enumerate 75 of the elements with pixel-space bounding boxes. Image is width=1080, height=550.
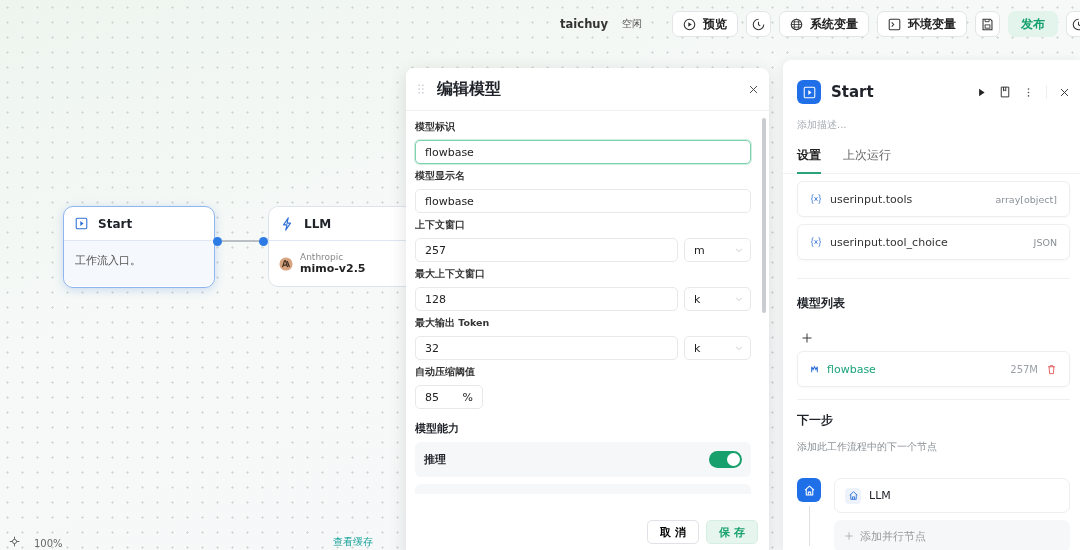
save-icon [981, 17, 994, 31]
capability-label: 推理 [424, 452, 446, 467]
field-label: 模型显示名 [415, 170, 466, 183]
section-title: 模型列表 [797, 295, 846, 312]
input-field[interactable]: 85 % [415, 385, 483, 409]
dialog-title: 编辑模型 [437, 78, 502, 100]
input-field[interactable]: flowbase [415, 140, 751, 164]
unit-select[interactable]: k [684, 336, 751, 360]
start-icon [75, 217, 88, 230]
model-size: 257M [1010, 363, 1038, 375]
variable-name: userinput.tool_choice [830, 235, 949, 249]
node-name: LLM [869, 489, 891, 502]
section-title: 下一步 [797, 412, 834, 429]
fit-view-icon[interactable] [9, 536, 20, 547]
chevron-icon [734, 294, 744, 304]
model-name: mimo-v2.5 [300, 262, 366, 275]
run-icon[interactable] [976, 86, 987, 98]
icon-button[interactable] [975, 11, 1000, 37]
variable-icon [810, 236, 822, 248]
add-icon[interactable] [801, 332, 813, 344]
section-hint: 添加此工作流程中的下一个节点 [797, 441, 938, 454]
plus-icon [844, 531, 854, 541]
node-title: LLM [304, 216, 332, 231]
icon-button[interactable] [1066, 11, 1080, 37]
variable-name: userinput.tools [830, 192, 914, 206]
house-icon [802, 483, 816, 497]
connection-handle[interactable] [259, 237, 268, 246]
input-field[interactable]: flowbase [415, 189, 751, 213]
toggle-switch[interactable] [709, 451, 742, 468]
toolbar-button[interactable]: 系统变量 [779, 11, 869, 37]
chevron-icon [734, 343, 744, 353]
panel-title: Start [831, 83, 875, 101]
cancel-button[interactable]: 取 消 [647, 520, 700, 544]
provider-name: Anthropic [300, 252, 345, 262]
history-icon [752, 17, 765, 31]
terminal-icon [888, 17, 901, 31]
start-icon [802, 85, 816, 99]
model-icon [810, 364, 819, 374]
scrollbar[interactable] [762, 118, 766, 313]
lightning-icon [280, 216, 294, 231]
variable-type: array[object] [995, 193, 1057, 205]
tab[interactable]: 设置 [797, 148, 821, 174]
close-icon[interactable] [748, 83, 759, 95]
unit-select[interactable]: m [684, 238, 751, 262]
field-label: 最大输出 Token [415, 317, 491, 330]
unit-select[interactable]: k [684, 287, 751, 311]
node-description: 工作流入口。 [75, 254, 141, 266]
connection-handle[interactable] [213, 237, 222, 246]
status-label: 空闲 [622, 17, 642, 31]
delete-icon[interactable] [1046, 363, 1057, 375]
section-title: 模型能力 [415, 421, 460, 436]
model-name: flowbase [827, 362, 877, 376]
provider-logo-icon [279, 256, 293, 271]
variable-type: JSON [1033, 236, 1057, 248]
field-label: 模型标识 [415, 121, 456, 134]
chevron-icon [734, 245, 744, 255]
field-label: 自动压缩阈值 [415, 366, 476, 379]
user-name: taichuy [560, 17, 608, 31]
input-field[interactable]: 32 [415, 336, 678, 360]
workflow-node[interactable]: Start 工作流入口。 [63, 206, 215, 288]
tab[interactable]: 上次运行 [843, 148, 891, 174]
globe-icon [790, 17, 803, 31]
input-field[interactable]: 257 [415, 238, 678, 262]
close-icon[interactable] [1059, 86, 1070, 98]
bookmark-icon[interactable] [999, 86, 1011, 98]
next-node-card[interactable]: LLM [834, 478, 1070, 513]
node-title: Start [98, 216, 133, 231]
zoom-level: 100% [34, 538, 63, 549]
toolbar-button[interactable]: 预览 [672, 11, 738, 37]
drag-handle-icon[interactable] [415, 83, 427, 95]
variable-icon [810, 193, 822, 205]
toolbar-button[interactable]: 环境变量 [877, 11, 967, 37]
input-field[interactable]: 128 [415, 287, 678, 311]
icon-button[interactable] [746, 11, 771, 37]
play-icon [683, 17, 696, 31]
